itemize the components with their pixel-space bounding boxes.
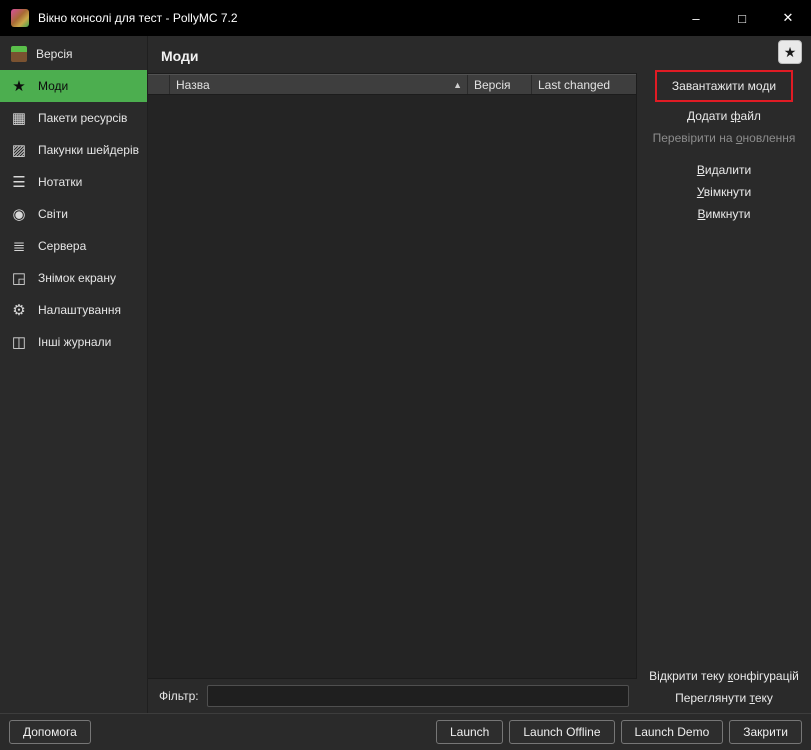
sidebar-item-label: Інші журнали [38, 335, 112, 349]
worlds-icon: ◉ [12, 205, 26, 223]
favorite-star-icon: ★ [783, 43, 797, 60]
sidebar-item-label: Налаштування [38, 303, 121, 317]
download-mods-button[interactable]: Завантажити моди [664, 75, 784, 97]
sidebar-item-other-logs[interactable]: ◫ Інші журнали [0, 326, 147, 358]
app-icon [11, 9, 29, 27]
add-file-button[interactable]: Додати файл [679, 105, 769, 127]
sidebar-item-label: Моди [38, 79, 69, 93]
mods-table-body [148, 95, 636, 678]
sidebar-item-mods[interactable]: ★ Моди [0, 70, 147, 102]
sidebar-item-worlds[interactable]: ◉ Світи [0, 198, 147, 230]
delete-button[interactable]: Видалити [689, 159, 759, 181]
mods-action-panel: ★ Завантажити моди Додати файл Перевірит… [637, 36, 811, 713]
notes-icon: ☰ [12, 173, 26, 191]
logs-icon: ◫ [11, 333, 27, 351]
grass-block-icon [11, 46, 27, 62]
resource-pack-icon: ▦ [11, 109, 27, 127]
open-config-folder-button[interactable]: Відкрити теку конфігурацій [641, 665, 807, 687]
page-title: Моди [161, 48, 199, 64]
star-icon: ★ [12, 77, 26, 95]
favorite-star-button[interactable]: ★ [778, 40, 802, 64]
titlebar-close-button[interactable]: ✕ [765, 0, 811, 36]
minimize-button[interactable]: – [673, 0, 719, 36]
sidebar-item-screenshots[interactable]: ◲ Знімок екрану [0, 262, 147, 294]
annotation-highlight: Завантажити моди [655, 70, 793, 102]
sidebar-item-label: Нотатки [38, 175, 83, 189]
column-header-name-label: Назва [176, 77, 210, 92]
sidebar-item-label: Знімок екрану [38, 271, 116, 285]
sidebar-item-version[interactable]: Версія [0, 38, 147, 70]
filter-row: Фільтр: [148, 679, 637, 713]
enable-button[interactable]: Увімкнути [689, 181, 759, 203]
column-header-name[interactable]: Назва ▲ [170, 75, 468, 94]
footer-bar: Допомога Launch Launch Offline Launch De… [0, 713, 811, 750]
sidebar: Версія ★ Моди ▦ Пакети ресурсів ▨ Пакунк… [0, 36, 148, 713]
sidebar-item-label: Версія [36, 47, 73, 61]
launch-offline-button[interactable]: Launch Offline [509, 720, 615, 744]
column-header-last-changed[interactable]: Last changed [532, 75, 636, 94]
help-button[interactable]: Допомога [9, 720, 91, 744]
disable-button[interactable]: Вимкнути [689, 203, 758, 225]
sidebar-item-resource-packs[interactable]: ▦ Пакети ресурсів [0, 102, 147, 134]
check-updates-button[interactable]: Перевірити на оновлення [645, 127, 804, 149]
shader-pack-icon: ▨ [11, 141, 27, 159]
sidebar-item-label: Пакунки шейдерів [38, 143, 139, 157]
sidebar-item-notes[interactable]: ☰ Нотатки [0, 166, 147, 198]
sidebar-item-label: Сервера [38, 239, 87, 253]
mods-table: Назва ▲ Версія Last changed [148, 73, 637, 679]
view-folder-button[interactable]: Переглянути теку [667, 687, 781, 709]
launch-button[interactable]: Launch [435, 720, 504, 744]
close-window-button[interactable]: Закрити [729, 720, 802, 744]
sort-asc-icon: ▲ [453, 79, 462, 90]
servers-icon: ≣ [12, 237, 26, 255]
filter-input[interactable] [206, 685, 629, 707]
column-header-version[interactable]: Версія [468, 75, 532, 94]
window-title: Вікно консолі для тест - PollyMC 7.2 [38, 11, 238, 25]
select-column-header[interactable] [148, 75, 170, 94]
sidebar-item-servers[interactable]: ≣ Сервера [0, 230, 147, 262]
screenshot-icon: ◲ [11, 269, 27, 287]
settings-icon: ⚙ [12, 301, 26, 319]
sidebar-item-label: Пакети ресурсів [38, 111, 128, 125]
title-bar: Вікно консолі для тест - PollyMC 7.2 – □… [0, 0, 811, 36]
maximize-button[interactable]: □ [719, 0, 765, 36]
mods-page: Моди Назва ▲ Версія Last changed Фільтр: [148, 36, 637, 713]
sidebar-item-label: Світи [38, 207, 68, 221]
filter-label: Фільтр: [159, 689, 199, 703]
sidebar-item-settings[interactable]: ⚙ Налаштування [0, 294, 147, 326]
table-header-row: Назва ▲ Версія Last changed [148, 74, 636, 95]
sidebar-item-shader-packs[interactable]: ▨ Пакунки шейдерів [0, 134, 147, 166]
launch-demo-button[interactable]: Launch Demo [620, 720, 724, 744]
